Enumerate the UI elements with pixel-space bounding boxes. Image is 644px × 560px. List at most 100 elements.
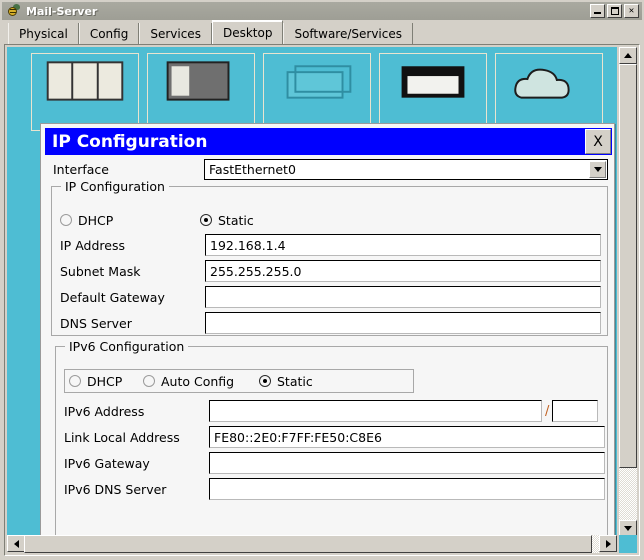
maximize-icon [611,7,619,15]
tab-label: Physical [19,26,68,41]
radio-ipv6-auto-config[interactable]: Auto Config [143,374,259,389]
ipv6-gateway-label: IPv6 Gateway [64,455,150,471]
subnet-mask-input[interactable]: 255.255.255.0 [205,260,601,282]
tab-bar: Physical Config Services Desktop Softwar… [2,20,642,44]
default-gateway-input[interactable] [205,286,601,308]
terminal-icon [286,65,352,99]
dialog-close-button[interactable]: X [585,129,611,154]
subnet-mask-row: Subnet Mask 255.255.255.0 [60,259,601,283]
ipv6-configuration-group: IPv6 Configuration DHCP Auto Config Stat… [55,339,608,537]
ipv4-configuration-group: IP Configuration DHCP Static IP Address [51,179,608,336]
ipv6-gateway-row: IPv6 Gateway [64,451,605,475]
scroll-up-button[interactable] [619,47,637,64]
interface-label: Interface [53,162,109,177]
link-local-address-row: Link Local Address FE80::2E0:F7FF:FE50:C… [64,425,605,449]
desktop-tile-web-browser[interactable] [495,53,603,131]
arrow-up-icon [624,53,632,58]
desktop-canvas: IP Configuration X Interface FastEtherne… [7,47,617,537]
ipv6-group-title: IPv6 Configuration [65,339,189,354]
ipv4-mode-radio-group: DHCP Static [60,210,400,230]
dns-server-label: DNS Server [60,315,132,331]
tab-label: Services [150,26,201,41]
scrollbar-corner [619,535,637,553]
ipv6-gateway-input[interactable] [209,452,605,474]
radio-ipv4-static[interactable]: Static [200,213,254,228]
bee-icon [5,4,21,18]
prefix-separator: / [545,403,550,419]
tab-services[interactable]: Services [139,23,212,44]
desktop-panel: IP Configuration X Interface FastEtherne… [4,44,640,556]
dialog-title: IP Configuration [52,131,208,152]
interface-selected-value: FastEthernet0 [209,162,296,177]
ipv6-dns-server-label: IPv6 DNS Server [64,481,167,497]
desktop-tile-dial-up[interactable] [147,53,255,131]
close-button[interactable]: ✕ [624,4,639,18]
ipv6-mode-radio-group: DHCP Auto Config Static [64,369,414,393]
radio-label: DHCP [78,212,114,228]
dns-server-input[interactable] [205,312,601,334]
ip-address-input[interactable]: 192.168.1.4 [205,234,601,256]
desktop-tile-command-prompt[interactable] [379,53,487,131]
default-gateway-row: Default Gateway [60,285,601,309]
scroll-left-button[interactable] [7,535,25,552]
radio-ipv4-dhcp[interactable]: DHCP [60,213,200,228]
ip-configuration-icon [46,61,124,101]
tab-desktop[interactable]: Desktop [211,20,284,44]
ipv6-address-input[interactable] [209,400,542,422]
arrow-right-icon [605,539,611,548]
chevron-down-icon[interactable] [589,161,606,178]
window-title-bar[interactable]: Mail-Server ✕ [2,2,642,20]
ip-address-label: IP Address [60,237,125,253]
desktop-tile-terminal[interactable] [263,53,371,131]
horizontal-scrollbar-thumb[interactable] [24,535,592,553]
radio-button-icon [69,375,81,387]
link-local-address-label: Link Local Address [64,429,180,445]
radio-button-icon [200,214,212,226]
dns-server-row: DNS Server [60,311,601,335]
radio-label: Static [218,212,254,228]
ip-configuration-dialog: IP Configuration X Interface FastEtherne… [40,123,615,537]
maximize-button[interactable] [607,4,622,18]
radio-label: Auto Config [161,373,235,389]
subnet-mask-label: Subnet Mask [60,263,141,279]
command-prompt-icon [401,66,465,98]
minimize-button[interactable] [590,4,605,18]
ipv6-dns-server-input[interactable] [209,478,605,500]
arrow-left-icon [13,539,19,548]
ipv6-prefix-length-input[interactable] [552,400,599,422]
ipv6-dns-server-row: IPv6 DNS Server [64,477,605,501]
ipv4-group-title: IP Configuration [61,179,169,194]
window-controls: ✕ [590,4,639,18]
scroll-right-button[interactable] [599,535,617,552]
window-title: Mail-Server [26,4,98,18]
dialog-title-bar[interactable]: IP Configuration X [45,128,612,155]
ipv6-address-label: IPv6 Address [64,403,145,419]
desktop-tile-ip-configuration[interactable] [31,53,139,131]
tab-config[interactable]: Config [78,23,140,44]
vertical-scrollbar[interactable] [619,47,637,537]
radio-button-icon [60,214,72,226]
radio-button-icon [259,375,271,387]
tab-label: Config [89,26,129,41]
close-icon: ✕ [628,5,635,16]
horizontal-scrollbar[interactable] [7,535,617,553]
tab-label: Desktop [222,25,273,40]
tab-physical[interactable]: Physical [8,23,79,44]
tab-software-services[interactable]: Software/Services [283,23,413,44]
interface-select[interactable]: FastEthernet0 [204,159,608,180]
ipv6-address-row: IPv6 Address / [64,399,605,423]
application-window: Mail-Server ✕ Physical Config Services D… [0,0,644,560]
tab-label: Software/Services [294,26,402,41]
ip-address-row: IP Address 192.168.1.4 [60,233,601,257]
radio-label: DHCP [87,373,123,389]
radio-ipv6-static[interactable]: Static [259,374,313,389]
radio-label: Static [277,373,313,389]
minimize-icon [594,12,601,14]
radio-ipv6-dhcp[interactable]: DHCP [69,374,143,389]
interface-row: Interface FastEthernet0 [51,159,608,180]
link-local-address-input[interactable]: FE80::2E0:F7FF:FE50:C8E6 [209,426,605,448]
dial-up-icon [166,61,230,101]
radio-button-icon [143,375,155,387]
vertical-scrollbar-thumb[interactable] [619,64,637,468]
arrow-down-icon [624,526,632,531]
